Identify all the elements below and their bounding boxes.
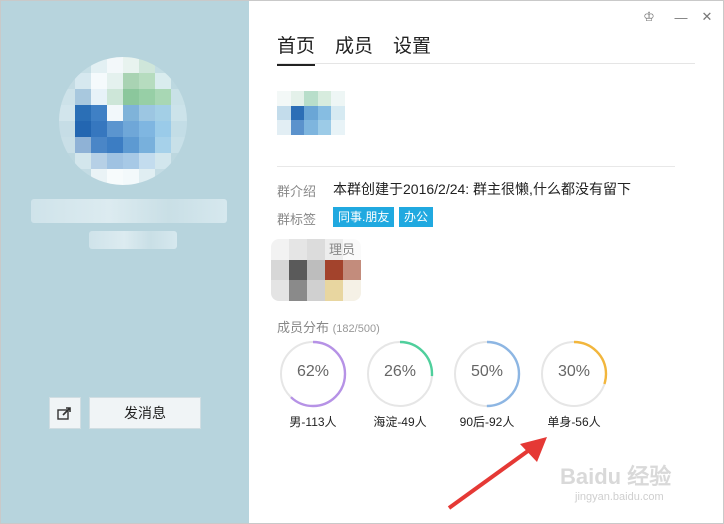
intro-label: 群介绍 xyxy=(277,184,317,199)
distribution-ring-4[interactable]: 30% 单身-56人 xyxy=(539,339,609,430)
close-icon[interactable]: ✕ xyxy=(699,9,715,25)
share-icon xyxy=(57,407,71,420)
group-intro-text: 本群创建于2016/2/24: 群主很懒,什么都没有留下 xyxy=(333,181,631,197)
tag-office[interactable]: 办公 xyxy=(399,207,434,227)
ring-percent: 50% xyxy=(470,363,504,380)
ring-percent: 26% xyxy=(383,363,417,380)
admin-label: 理员 xyxy=(329,242,356,257)
tab-bar: 首页 成员 设置 xyxy=(277,31,451,66)
tag-colleagues-friends[interactable]: 同事.朋友 xyxy=(333,207,395,227)
send-message-button[interactable]: 发消息 xyxy=(89,397,201,429)
minimize-icon[interactable]: — xyxy=(673,9,689,25)
watermark-logo: Baidu 经验 xyxy=(560,464,672,489)
ring-percent: 30% xyxy=(557,363,591,380)
group-avatar xyxy=(59,57,187,185)
ring-label: 男-113人 xyxy=(289,415,337,429)
member-distribution-title: 成员分布 (182/500) xyxy=(277,317,380,336)
watermark-url: jingyan.baidu.com xyxy=(575,491,664,503)
group-id-blurred xyxy=(89,231,177,249)
right-panel: ♔ — ✕ 首页 成员 设置 群介绍 本群创建于2016/2/24: 群主很懒,… xyxy=(249,1,722,523)
ring-percent: 62% xyxy=(296,363,330,380)
group-photo-thumbnail[interactable] xyxy=(277,91,345,135)
skin-icon[interactable]: ♔ xyxy=(641,9,657,25)
distribution-ring-3[interactable]: 50% 90后-92人 xyxy=(452,339,522,430)
distribution-ring-1[interactable]: 62% 男-113人 xyxy=(278,339,348,430)
share-button[interactable] xyxy=(49,397,81,429)
member-count: (182/500) xyxy=(332,323,380,335)
section-divider xyxy=(277,166,675,167)
ring-label: 90后-92人 xyxy=(459,415,515,429)
ring-label: 单身-56人 xyxy=(547,415,601,429)
distribution-ring-2[interactable]: 26% 海淀-49人 xyxy=(365,339,435,430)
ring-label: 海淀-49人 xyxy=(373,415,427,429)
tab-divider xyxy=(277,63,695,64)
tab-members[interactable]: 成员 xyxy=(335,31,373,66)
left-panel: 发消息 xyxy=(1,1,249,523)
tags-label: 群标签 xyxy=(277,212,317,227)
tab-home[interactable]: 首页 xyxy=(277,31,316,66)
distribution-title-text: 成员分布 xyxy=(277,320,330,335)
group-name-blurred xyxy=(31,199,227,223)
tab-settings[interactable]: 设置 xyxy=(393,31,431,66)
